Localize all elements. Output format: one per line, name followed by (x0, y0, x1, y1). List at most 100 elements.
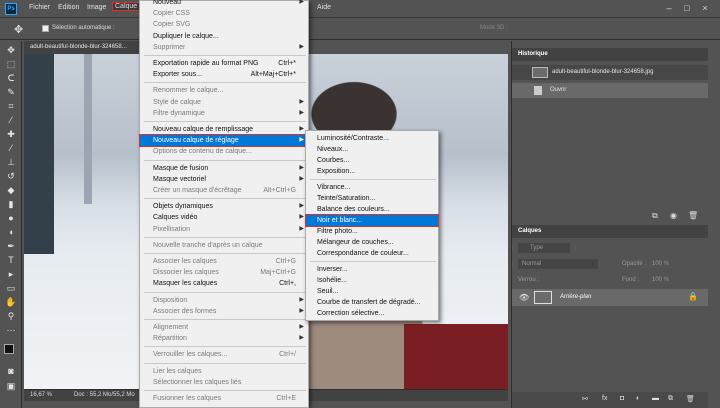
submenu-item-correction-selective[interactable]: Correction sélective... (306, 308, 438, 319)
move-tool-icon[interactable]: ✥ (14, 23, 23, 36)
menu-item-supprimer[interactable]: Supprimer ▶ (140, 42, 308, 53)
menu-item-creer-un-masque-d-ecretage[interactable]: Créer un masque d'écrêtage Alt+Ctrl+G (140, 185, 308, 196)
layer-filter-select[interactable]: Type (518, 243, 570, 253)
delete-layer-icon[interactable]: 🗑 (686, 395, 695, 403)
menu-fichier[interactable]: Fichier (29, 4, 50, 11)
menu-item-masquer-les-calques[interactable]: Masquer les calques Ctrl+, (140, 278, 308, 289)
foreground-color-swatch[interactable] (4, 344, 14, 354)
menu-item-exportation-rapide-au-format-png[interactable]: Exportation rapide au format PNG Ctrl+* (140, 58, 308, 69)
menu-item-calques-video[interactable]: Calques vidéo ▶ (140, 212, 308, 223)
menu-item-pixellisation[interactable]: Pixellisation ▶ (140, 224, 308, 235)
submenu-item-luminosite-contraste[interactable]: Luminosité/Contraste... (306, 133, 438, 144)
submenu-item-inverser[interactable]: Inverser... (306, 264, 438, 275)
menu-item-objets-dynamiques[interactable]: Objets dynamiques ▶ (140, 201, 308, 212)
fill-value[interactable]: 100 % (652, 277, 669, 283)
menu-item-options-de-contenu-de-calque[interactable]: Options de contenu de calque... (140, 146, 308, 157)
menu-item-associer-des-formes[interactable]: Associer des formes ▶ (140, 306, 308, 317)
menu-item-nouveau-calque-de-reglage[interactable]: Nouveau calque de réglage ▶ (139, 134, 309, 148)
menu-calque[interactable]: Calque (111, 2, 141, 11)
trash-icon[interactable]: 🗑 (688, 211, 698, 220)
menu-item-associer-les-calques[interactable]: Associer les calques Ctrl+G (140, 256, 308, 267)
menu-item-lier-les-calques[interactable]: Lier les calques (140, 366, 308, 377)
crop-icon[interactable]: ⌗ (4, 101, 18, 112)
move-icon[interactable]: ✥ (4, 45, 18, 56)
submenu-item-isohelie[interactable]: Isohélie... (306, 275, 438, 286)
eraser-icon[interactable]: ◆ (4, 185, 18, 196)
pen-icon[interactable]: ✒ (4, 241, 18, 252)
submenu-item-seuil[interactable]: Seuil... (306, 286, 438, 297)
menu-item-copier-svg[interactable]: Copier SVG (140, 19, 308, 30)
menu-item-dissocier-les-calques[interactable]: Dissocier les calques Maj+Ctrl+G (140, 267, 308, 278)
menu-item-masque-vectoriel[interactable]: Masque vectoriel ▶ (140, 174, 308, 185)
new-document-from-state-icon[interactable]: ⧉ (652, 211, 658, 221)
new-layer-icon[interactable]: ⧉ (668, 395, 673, 403)
history-panel-header[interactable]: Historique (512, 48, 708, 61)
submenu-item-filtre-photo[interactable]: Filtre photo... (306, 226, 438, 237)
stamp-icon[interactable]: ⊥ (4, 157, 18, 168)
layer-row[interactable]: 👁 Arrière-plan 🔒 (512, 289, 708, 306)
camera-icon[interactable]: ◉ (670, 211, 677, 220)
submenu-item-noir-et-blanc[interactable]: Noir et blanc... (305, 214, 439, 227)
menu-item-nouvelle-tranche-d-apres-un-calque[interactable]: Nouvelle tranche d'après un calque (140, 240, 308, 251)
menu-item-disposition[interactable]: Disposition ▶ (140, 295, 308, 306)
menu-item-renommer-le-calque[interactable]: Renommer le calque... (140, 85, 308, 96)
dodge-icon[interactable]: ◖ (4, 227, 18, 238)
submenu-item-courbe-de-transfert-de-degrade[interactable]: Courbe de transfert de dégradé... (306, 297, 438, 308)
brush-icon[interactable]: ∕ (4, 143, 18, 154)
menu-item-filtre-dynamique[interactable]: Filtre dynamique ▶ (140, 108, 308, 119)
maximize-icon[interactable]: □ (681, 3, 693, 15)
menu-item-selectionner-les-calques-lies[interactable]: Sélectionner les calques liés (140, 377, 308, 388)
gradient-icon[interactable]: ▮ (4, 199, 18, 210)
menu-item-fusionner-les-calques[interactable]: Fusionner les calques Ctrl+E (140, 393, 308, 404)
menu-image[interactable]: Image (87, 4, 106, 11)
menu-item-dupliquer-le-calque[interactable]: Dupliquer le calque... (140, 31, 308, 42)
layers-panel-header[interactable]: Calques (512, 225, 708, 238)
menu-item-verrouiller-les-calques[interactable]: Verrouiller les calques... Ctrl+/ (140, 349, 308, 360)
opacity-value[interactable]: 100 % (652, 261, 669, 267)
menu-item-alignement[interactable]: Alignement ▶ (140, 322, 308, 333)
submenu-item-niveaux[interactable]: Niveaux... (306, 144, 438, 155)
quick-select-icon[interactable]: ✎ (4, 87, 18, 98)
visibility-eye-icon[interactable]: 👁 (519, 293, 529, 302)
eyedropper-icon[interactable]: ⁄ (4, 115, 18, 126)
auto-select-checkbox[interactable] (42, 25, 49, 32)
menu-edition[interactable]: Edition (58, 4, 79, 11)
submenu-item-teinte-saturation[interactable]: Teinte/Saturation... (306, 193, 438, 204)
minimize-icon[interactable]: – (663, 3, 675, 15)
quick-mask-icon[interactable]: ◙ (4, 366, 18, 377)
history-snapshot[interactable]: adult-beautiful-blonde-blur-324658.jpg (512, 65, 708, 80)
new-group-icon[interactable]: ▬ (652, 395, 659, 402)
hand-icon[interactable]: ✋ (4, 297, 18, 308)
layer-name[interactable]: Arrière-plan (560, 294, 591, 300)
zoom-level[interactable]: 16,67 % (30, 392, 52, 398)
more-tools-icon[interactable]: ⋯ (4, 325, 18, 336)
blend-mode-select[interactable]: Normal (518, 259, 598, 269)
screen-mode-icon[interactable]: ▣ (4, 381, 18, 392)
history-step[interactable]: Ouvrir (512, 83, 708, 98)
shape-icon[interactable]: ▭ (4, 283, 18, 294)
submenu-item-courbes[interactable]: Courbes... (306, 155, 438, 166)
menu-item-style-de-calque[interactable]: Style de calque ▶ (140, 97, 308, 108)
blur-icon[interactable]: ● (4, 213, 18, 224)
add-mask-icon[interactable]: ◘ (620, 395, 624, 402)
zoom-icon[interactable]: ⚲ (4, 311, 18, 322)
menu-item-exporter-sous[interactable]: Exporter sous... Alt+Maj+Ctrl+* (140, 69, 308, 80)
submenu-item-correspondance-de-couleur[interactable]: Correspondance de couleur... (306, 248, 438, 259)
fx-icon[interactable]: fx (602, 395, 607, 402)
lasso-icon[interactable]: ᑕ (4, 73, 18, 84)
menu-aide[interactable]: Aide (317, 4, 331, 11)
menu-item-nouveau-calque-de-remplissage[interactable]: Nouveau calque de remplissage ▶ (140, 124, 308, 135)
menu-item-copier-css[interactable]: Copier CSS (140, 8, 308, 19)
adjustment-layer-icon[interactable]: ◐ (636, 395, 640, 402)
healing-icon[interactable]: ✚ (4, 129, 18, 140)
submenu-item-exposition[interactable]: Exposition... (306, 166, 438, 177)
submenu-item-vibrance[interactable]: Vibrance... (306, 182, 438, 193)
menu-item-masque-de-fusion[interactable]: Masque de fusion ▶ (140, 163, 308, 174)
link-layers-icon[interactable]: ⚯ (582, 395, 588, 403)
path-select-icon[interactable]: ▸ (4, 269, 18, 280)
marquee-icon[interactable]: ⬚ (4, 59, 18, 70)
menu-item-repartition[interactable]: Répartition ▶ (140, 333, 308, 344)
menu-item-nouveau[interactable]: Nouveau ▶ (140, 0, 308, 8)
close-icon[interactable]: × (699, 3, 711, 15)
type-icon[interactable]: T (4, 255, 18, 266)
